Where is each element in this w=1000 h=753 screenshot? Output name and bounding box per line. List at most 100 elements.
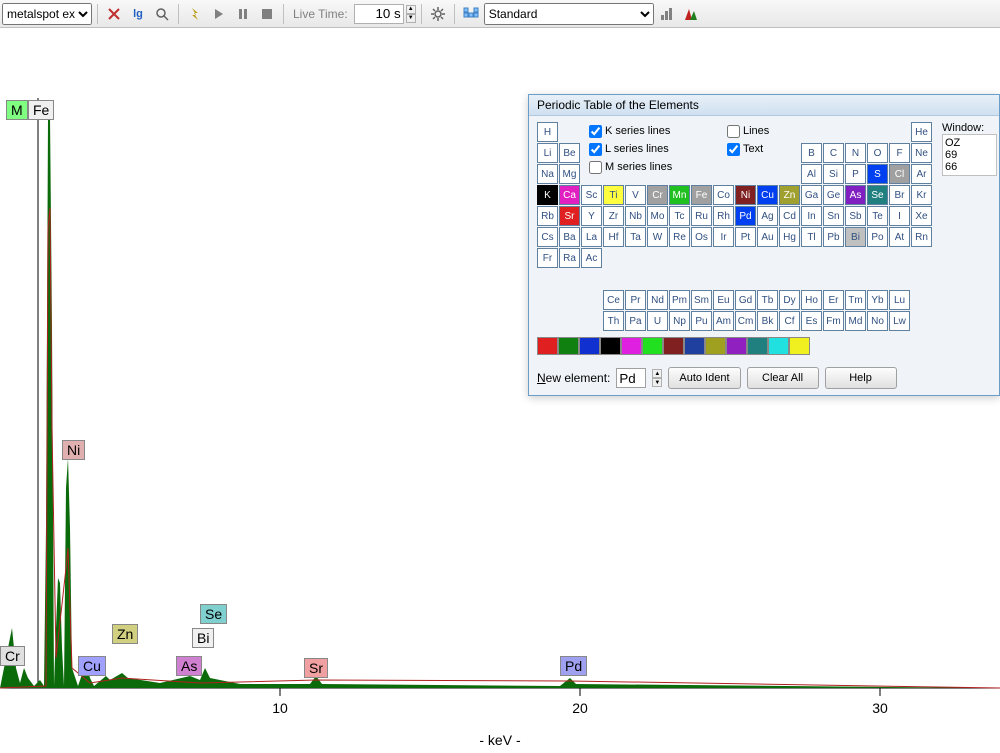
peak-label-Zn[interactable]: Zn: [112, 624, 138, 644]
element-Dy[interactable]: Dy: [779, 290, 800, 310]
element-Te[interactable]: Te: [867, 206, 888, 226]
element-Tl[interactable]: Tl: [801, 227, 822, 247]
element-Cf[interactable]: Cf: [779, 311, 800, 331]
element-H[interactable]: H: [537, 122, 558, 142]
text-checkbox[interactable]: Text: [727, 140, 769, 158]
element-Mo[interactable]: Mo: [647, 206, 668, 226]
element-Lu[interactable]: Lu: [889, 290, 910, 310]
element-Sr[interactable]: Sr: [559, 206, 580, 226]
element-Ca[interactable]: Ca: [559, 185, 580, 205]
peaks-icon[interactable]: [680, 3, 702, 25]
element-Rb[interactable]: Rb: [537, 206, 558, 226]
element-Li[interactable]: Li: [537, 143, 558, 163]
peak-label-Cu[interactable]: Cu: [78, 656, 106, 676]
color-swatch[interactable]: [705, 337, 726, 355]
peak-label-As[interactable]: As: [176, 656, 202, 676]
element-Co[interactable]: Co: [713, 185, 734, 205]
element-Al[interactable]: Al: [801, 164, 822, 184]
pause-icon[interactable]: [232, 3, 254, 25]
element-Ag[interactable]: Ag: [757, 206, 778, 226]
element-In[interactable]: In: [801, 206, 822, 226]
element-B[interactable]: B: [801, 143, 822, 163]
element-Pm[interactable]: Pm: [669, 290, 690, 310]
new-element-spinner[interactable]: ▲▼: [652, 369, 662, 387]
live-time-input[interactable]: [354, 4, 404, 24]
element-Yb[interactable]: Yb: [867, 290, 888, 310]
element-Hf[interactable]: Hf: [603, 227, 624, 247]
element-Po[interactable]: Po: [867, 227, 888, 247]
element-Ir[interactable]: Ir: [713, 227, 734, 247]
peak-label-Se[interactable]: Se: [200, 604, 227, 624]
element-V[interactable]: V: [625, 185, 646, 205]
element-Be[interactable]: Be: [559, 143, 580, 163]
element-Ba[interactable]: Ba: [559, 227, 580, 247]
color-swatch[interactable]: [747, 337, 768, 355]
element-Cr[interactable]: Cr: [647, 185, 668, 205]
peak-label-Sr[interactable]: Sr: [304, 658, 328, 678]
element-Pd[interactable]: Pd: [735, 206, 756, 226]
element-Fe[interactable]: Fe: [691, 185, 712, 205]
element-Mg[interactable]: Mg: [559, 164, 580, 184]
element-Br[interactable]: Br: [889, 185, 910, 205]
element-Eu[interactable]: Eu: [713, 290, 734, 310]
new-element-input[interactable]: [616, 368, 646, 388]
color-swatch[interactable]: [768, 337, 789, 355]
element-Pa[interactable]: Pa: [625, 311, 646, 331]
element-He[interactable]: He: [911, 122, 932, 142]
color-swatch[interactable]: [537, 337, 558, 355]
element-Ce[interactable]: Ce: [603, 290, 624, 310]
element-Np[interactable]: Np: [669, 311, 690, 331]
auto-ident-button[interactable]: Auto Ident: [668, 367, 740, 389]
element-P[interactable]: P: [845, 164, 866, 184]
element-Se[interactable]: Se: [867, 185, 888, 205]
element-Bk[interactable]: Bk: [757, 311, 778, 331]
live-time-spinner[interactable]: ▲▼: [406, 5, 416, 23]
element-Am[interactable]: Am: [713, 311, 734, 331]
element-Ru[interactable]: Ru: [691, 206, 712, 226]
color-swatch[interactable]: [558, 337, 579, 355]
element-U[interactable]: U: [647, 311, 668, 331]
element-Zn[interactable]: Zn: [779, 185, 800, 205]
element-Xe[interactable]: Xe: [911, 206, 932, 226]
element-Ti[interactable]: Ti: [603, 185, 624, 205]
element-Cm[interactable]: Cm: [735, 311, 756, 331]
element-F[interactable]: F: [889, 143, 910, 163]
preset-select[interactable]: metalspot ext: [2, 3, 92, 25]
element-O[interactable]: O: [867, 143, 888, 163]
element-Pb[interactable]: Pb: [823, 227, 844, 247]
element-Md[interactable]: Md: [845, 311, 866, 331]
element-S[interactable]: S: [867, 164, 888, 184]
color-swatch[interactable]: [684, 337, 705, 355]
element-Zr[interactable]: Zr: [603, 206, 624, 226]
element-Sn[interactable]: Sn: [823, 206, 844, 226]
element-As[interactable]: As: [845, 185, 866, 205]
color-swatch[interactable]: [600, 337, 621, 355]
element-Sb[interactable]: Sb: [845, 206, 866, 226]
element-K[interactable]: K: [537, 185, 558, 205]
lines-checkbox[interactable]: Lines: [727, 122, 769, 140]
peak-label-M[interactable]: M: [6, 100, 28, 120]
element-Ta[interactable]: Ta: [625, 227, 646, 247]
element-Cu[interactable]: Cu: [757, 185, 778, 205]
element-Bi[interactable]: Bi: [845, 227, 866, 247]
color-swatch[interactable]: [663, 337, 684, 355]
element-Er[interactable]: Er: [823, 290, 844, 310]
play-icon[interactable]: [208, 3, 230, 25]
element-Pu[interactable]: Pu: [691, 311, 712, 331]
l-series-checkbox[interactable]: L series lines: [589, 140, 672, 158]
window-list[interactable]: OZ 69 66: [942, 134, 997, 176]
peak-label-Pd[interactable]: Pd: [560, 656, 587, 676]
element-Ho[interactable]: Ho: [801, 290, 822, 310]
element-La[interactable]: La: [581, 227, 602, 247]
element-Pt[interactable]: Pt: [735, 227, 756, 247]
element-W[interactable]: W: [647, 227, 668, 247]
zoom-icon[interactable]: [151, 3, 173, 25]
element-Cl[interactable]: Cl: [889, 164, 910, 184]
element-Th[interactable]: Th: [603, 311, 624, 331]
element-Na[interactable]: Na: [537, 164, 558, 184]
element-N[interactable]: N: [845, 143, 866, 163]
element-Sm[interactable]: Sm: [691, 290, 712, 310]
element-C[interactable]: C: [823, 143, 844, 163]
element-Sc[interactable]: Sc: [581, 185, 602, 205]
settings-icon[interactable]: [427, 3, 449, 25]
